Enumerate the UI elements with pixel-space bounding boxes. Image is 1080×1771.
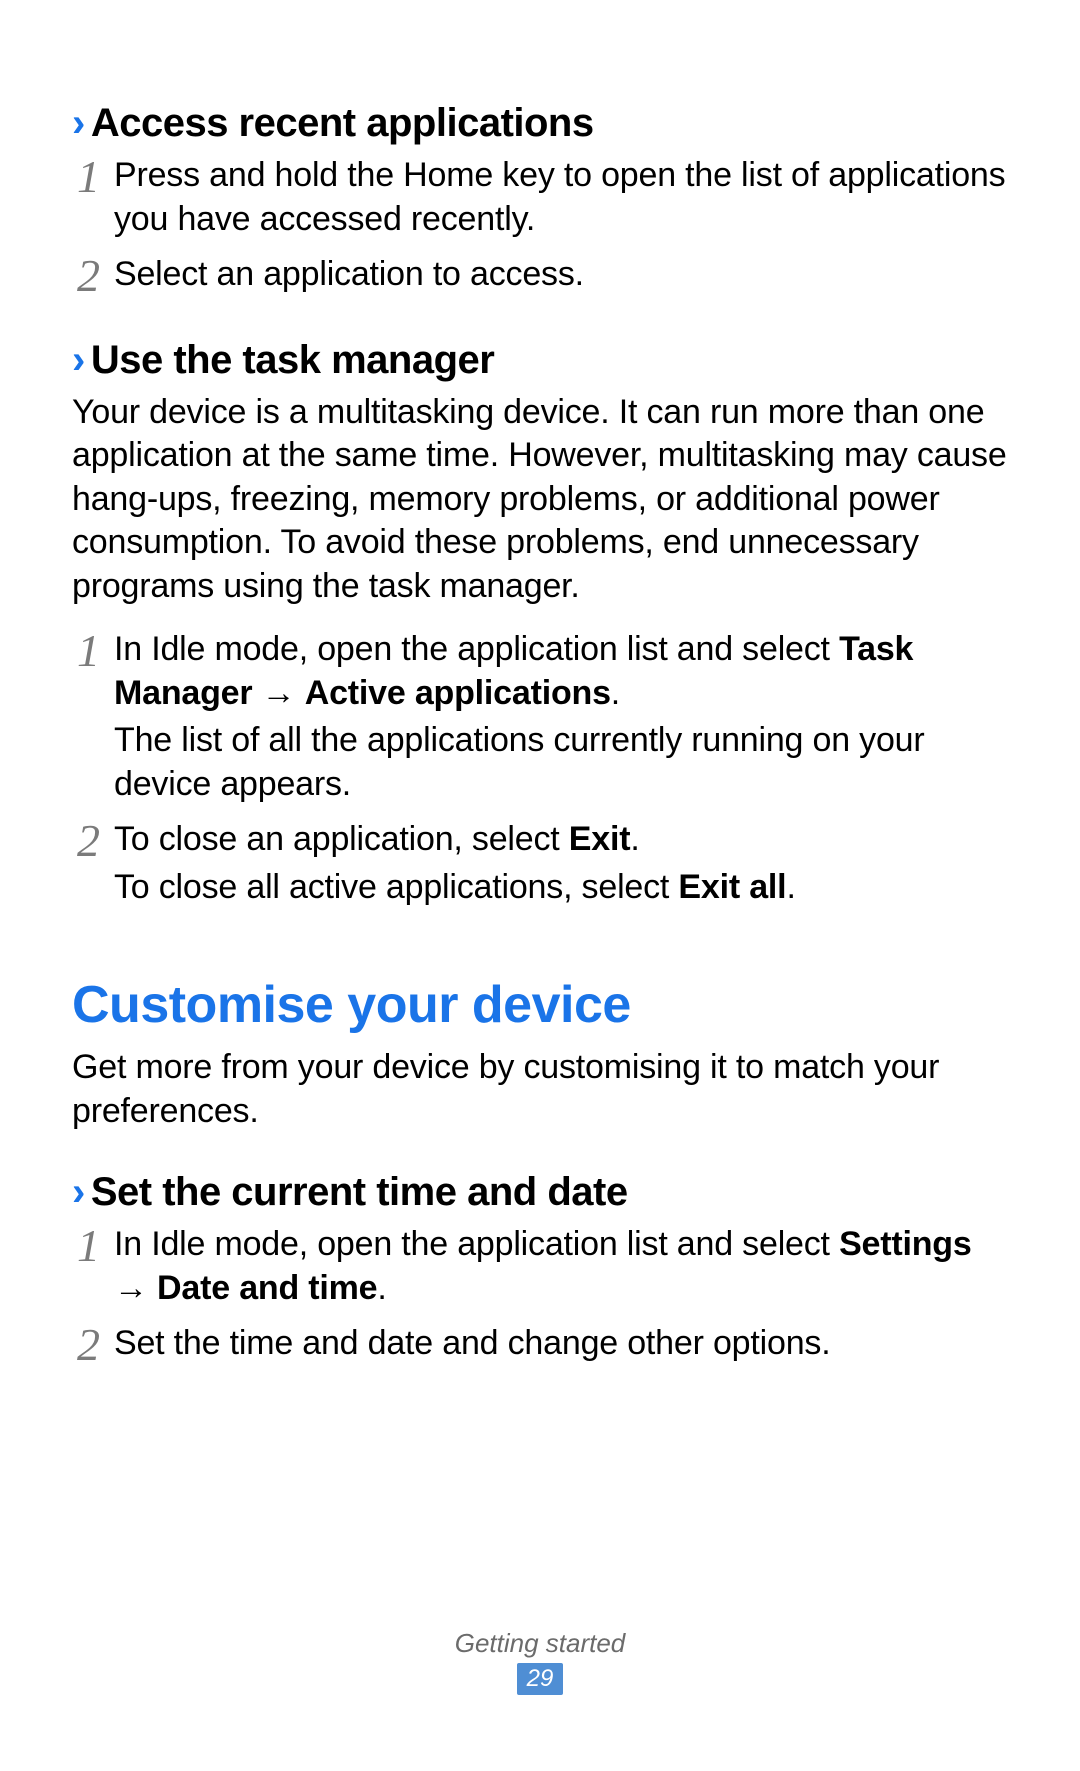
page: ›Access recent applications 1 Press and … (0, 0, 1080, 1771)
page-footer: Getting started 29 (0, 1628, 1080, 1695)
section-intro: Get more from your device by customising… (72, 1046, 1008, 1133)
footer-chapter: Getting started (0, 1628, 1080, 1659)
step-item: 1 In Idle mode, open the application lis… (72, 1223, 1008, 1314)
step-number: 1 (72, 628, 100, 674)
chevron-icon: › (72, 1170, 85, 1214)
step-number: 2 (72, 818, 100, 864)
step-body: Select an application to access. (114, 253, 1008, 301)
chevron-icon: › (72, 101, 85, 145)
step-number: 1 (72, 154, 100, 200)
step-number: 2 (72, 1322, 100, 1368)
step-body: In Idle mode, open the application list … (114, 1223, 1008, 1314)
chevron-icon: › (72, 338, 85, 382)
subsection-heading-recent-apps: ›Access recent applications (72, 100, 1008, 146)
step-body: Set the time and date and change other o… (114, 1322, 1008, 1370)
subsection-heading-time-date: ›Set the current time and date (72, 1169, 1008, 1215)
step-body: In Idle mode, open the application list … (114, 628, 1008, 810)
footer-page-number: 29 (517, 1663, 564, 1695)
subsection-heading-task-manager: ›Use the task manager (72, 337, 1008, 383)
section-heading-customise: Customise your device (72, 977, 1008, 1034)
ordered-list: 1 In Idle mode, open the application lis… (72, 628, 1008, 913)
step-item: 2 To close an application, select Exit.T… (72, 818, 1008, 913)
intro-paragraph: Your device is a multitasking device. It… (72, 391, 1008, 609)
ordered-list: 1 Press and hold the Home key to open th… (72, 154, 1008, 301)
subsection-heading-text: Use the task manager (91, 338, 495, 382)
step-body: To close an application, select Exit.To … (114, 818, 1008, 913)
step-number: 2 (72, 253, 100, 299)
step-body: Press and hold the Home key to open the … (114, 154, 1008, 245)
step-item: 1 Press and hold the Home key to open th… (72, 154, 1008, 245)
step-number: 1 (72, 1223, 100, 1269)
subsection-heading-text: Access recent applications (91, 101, 594, 145)
subsection-heading-text: Set the current time and date (91, 1170, 628, 1214)
step-item: 1 In Idle mode, open the application lis… (72, 628, 1008, 810)
step-item: 2 Select an application to access. (72, 253, 1008, 301)
step-item: 2 Set the time and date and change other… (72, 1322, 1008, 1370)
ordered-list: 1 In Idle mode, open the application lis… (72, 1223, 1008, 1370)
